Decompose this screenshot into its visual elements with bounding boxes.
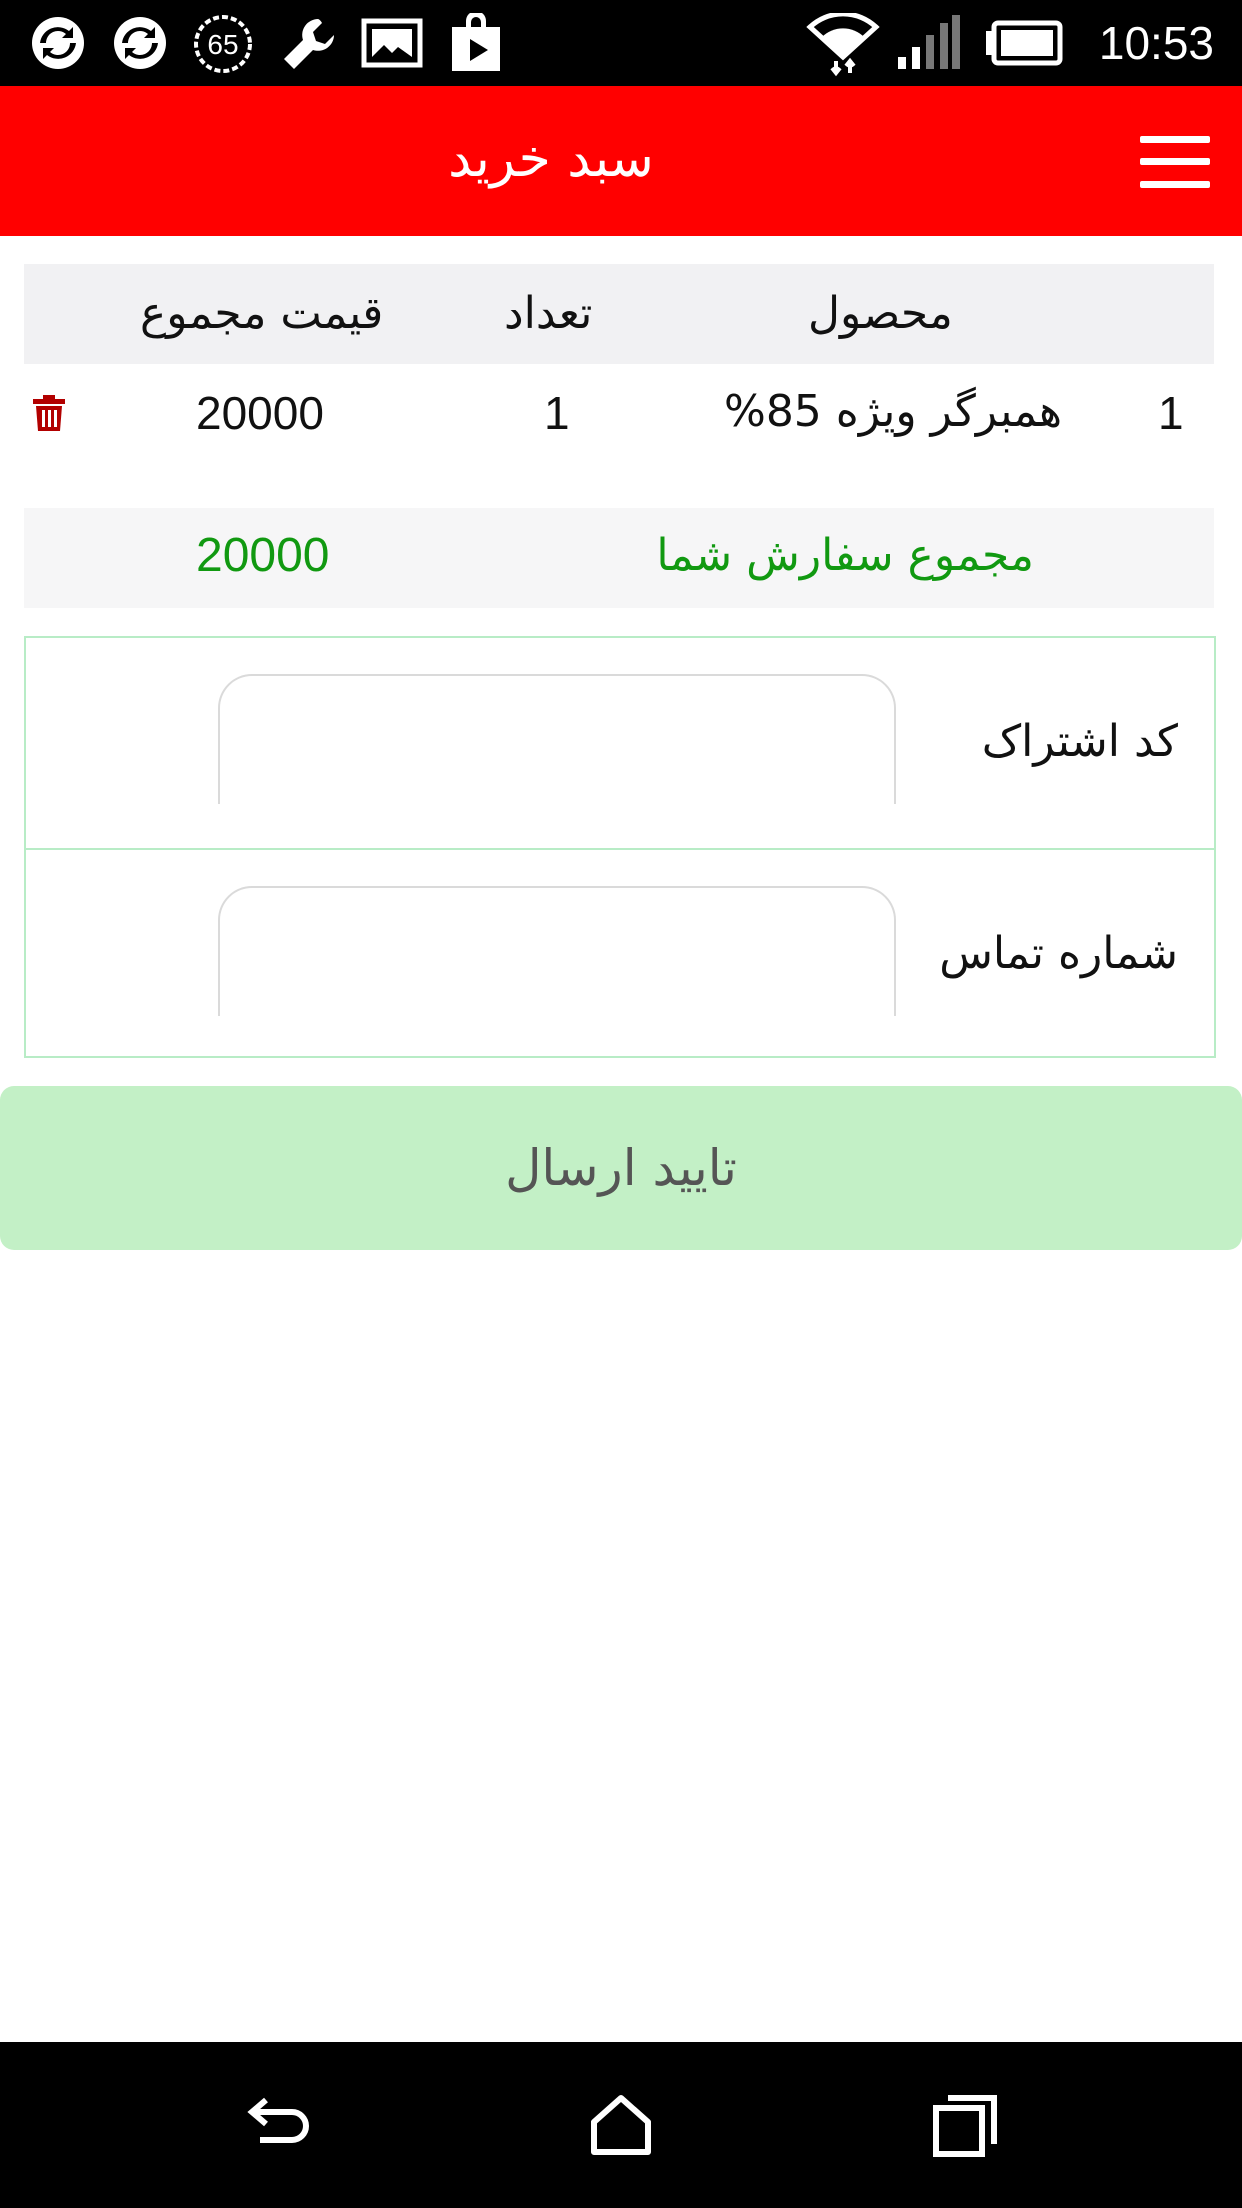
play-store-icon bbox=[452, 13, 500, 71]
order-total-bar: مجموع سفارش شما 20000 bbox=[24, 508, 1214, 608]
signal-icon bbox=[898, 15, 960, 69]
recents-icon[interactable] bbox=[930, 2090, 1000, 2160]
row-total-price: 20000 bbox=[196, 387, 324, 439]
battery-icon bbox=[986, 20, 1063, 66]
sync-icon bbox=[32, 17, 84, 69]
phone-number-row: شماره تماس bbox=[26, 848, 1214, 1058]
home-icon[interactable] bbox=[586, 2090, 656, 2160]
order-total-value: 20000 bbox=[196, 529, 330, 582]
navigation-bar bbox=[0, 2042, 1242, 2208]
status-bar: 65 10:53 bbox=[0, 0, 1242, 86]
phone-number-input[interactable] bbox=[218, 886, 896, 1016]
order-form: کد اشتراک شماره تماس bbox=[24, 636, 1216, 1058]
row-quantity: 1 bbox=[544, 387, 570, 439]
header-quantity: تعداد bbox=[504, 288, 593, 339]
row-index: 1 bbox=[1158, 387, 1184, 439]
trash-icon[interactable] bbox=[32, 394, 66, 432]
table-row: 1 همبرگر ویژه 85% 1 20000 bbox=[24, 364, 1214, 464]
app-bar: سبد خرید bbox=[0, 86, 1242, 236]
wifi-icon bbox=[806, 13, 880, 77]
badge-number: 65 bbox=[207, 29, 238, 60]
order-total-label: مجموع سفارش شما bbox=[656, 530, 1034, 581]
image-icon bbox=[361, 18, 423, 68]
submit-button[interactable]: تایید ارسال bbox=[0, 1086, 1242, 1250]
phone-number-label: شماره تماس bbox=[939, 928, 1178, 979]
header-total-price: قیمت مجموع bbox=[140, 288, 384, 339]
subscription-code-row: کد اشتراک bbox=[26, 638, 1214, 846]
back-icon[interactable] bbox=[242, 2090, 312, 2160]
row-product: همبرگر ویژه 85% bbox=[724, 386, 1063, 437]
sync-icon bbox=[114, 17, 166, 69]
cart-table-header: محصول تعداد قیمت مجموع bbox=[24, 264, 1214, 364]
status-time: 10:53 bbox=[1098, 17, 1214, 69]
subscription-code-label: کد اشتراک bbox=[981, 716, 1178, 767]
hamburger-menu-icon[interactable] bbox=[1140, 136, 1210, 188]
page-title: سبد خرید bbox=[448, 129, 654, 189]
subscription-code-input[interactable] bbox=[218, 674, 896, 804]
badge-65-icon: 65 bbox=[194, 15, 252, 73]
wrench-icon bbox=[284, 19, 334, 69]
header-product: محصول bbox=[808, 288, 953, 339]
